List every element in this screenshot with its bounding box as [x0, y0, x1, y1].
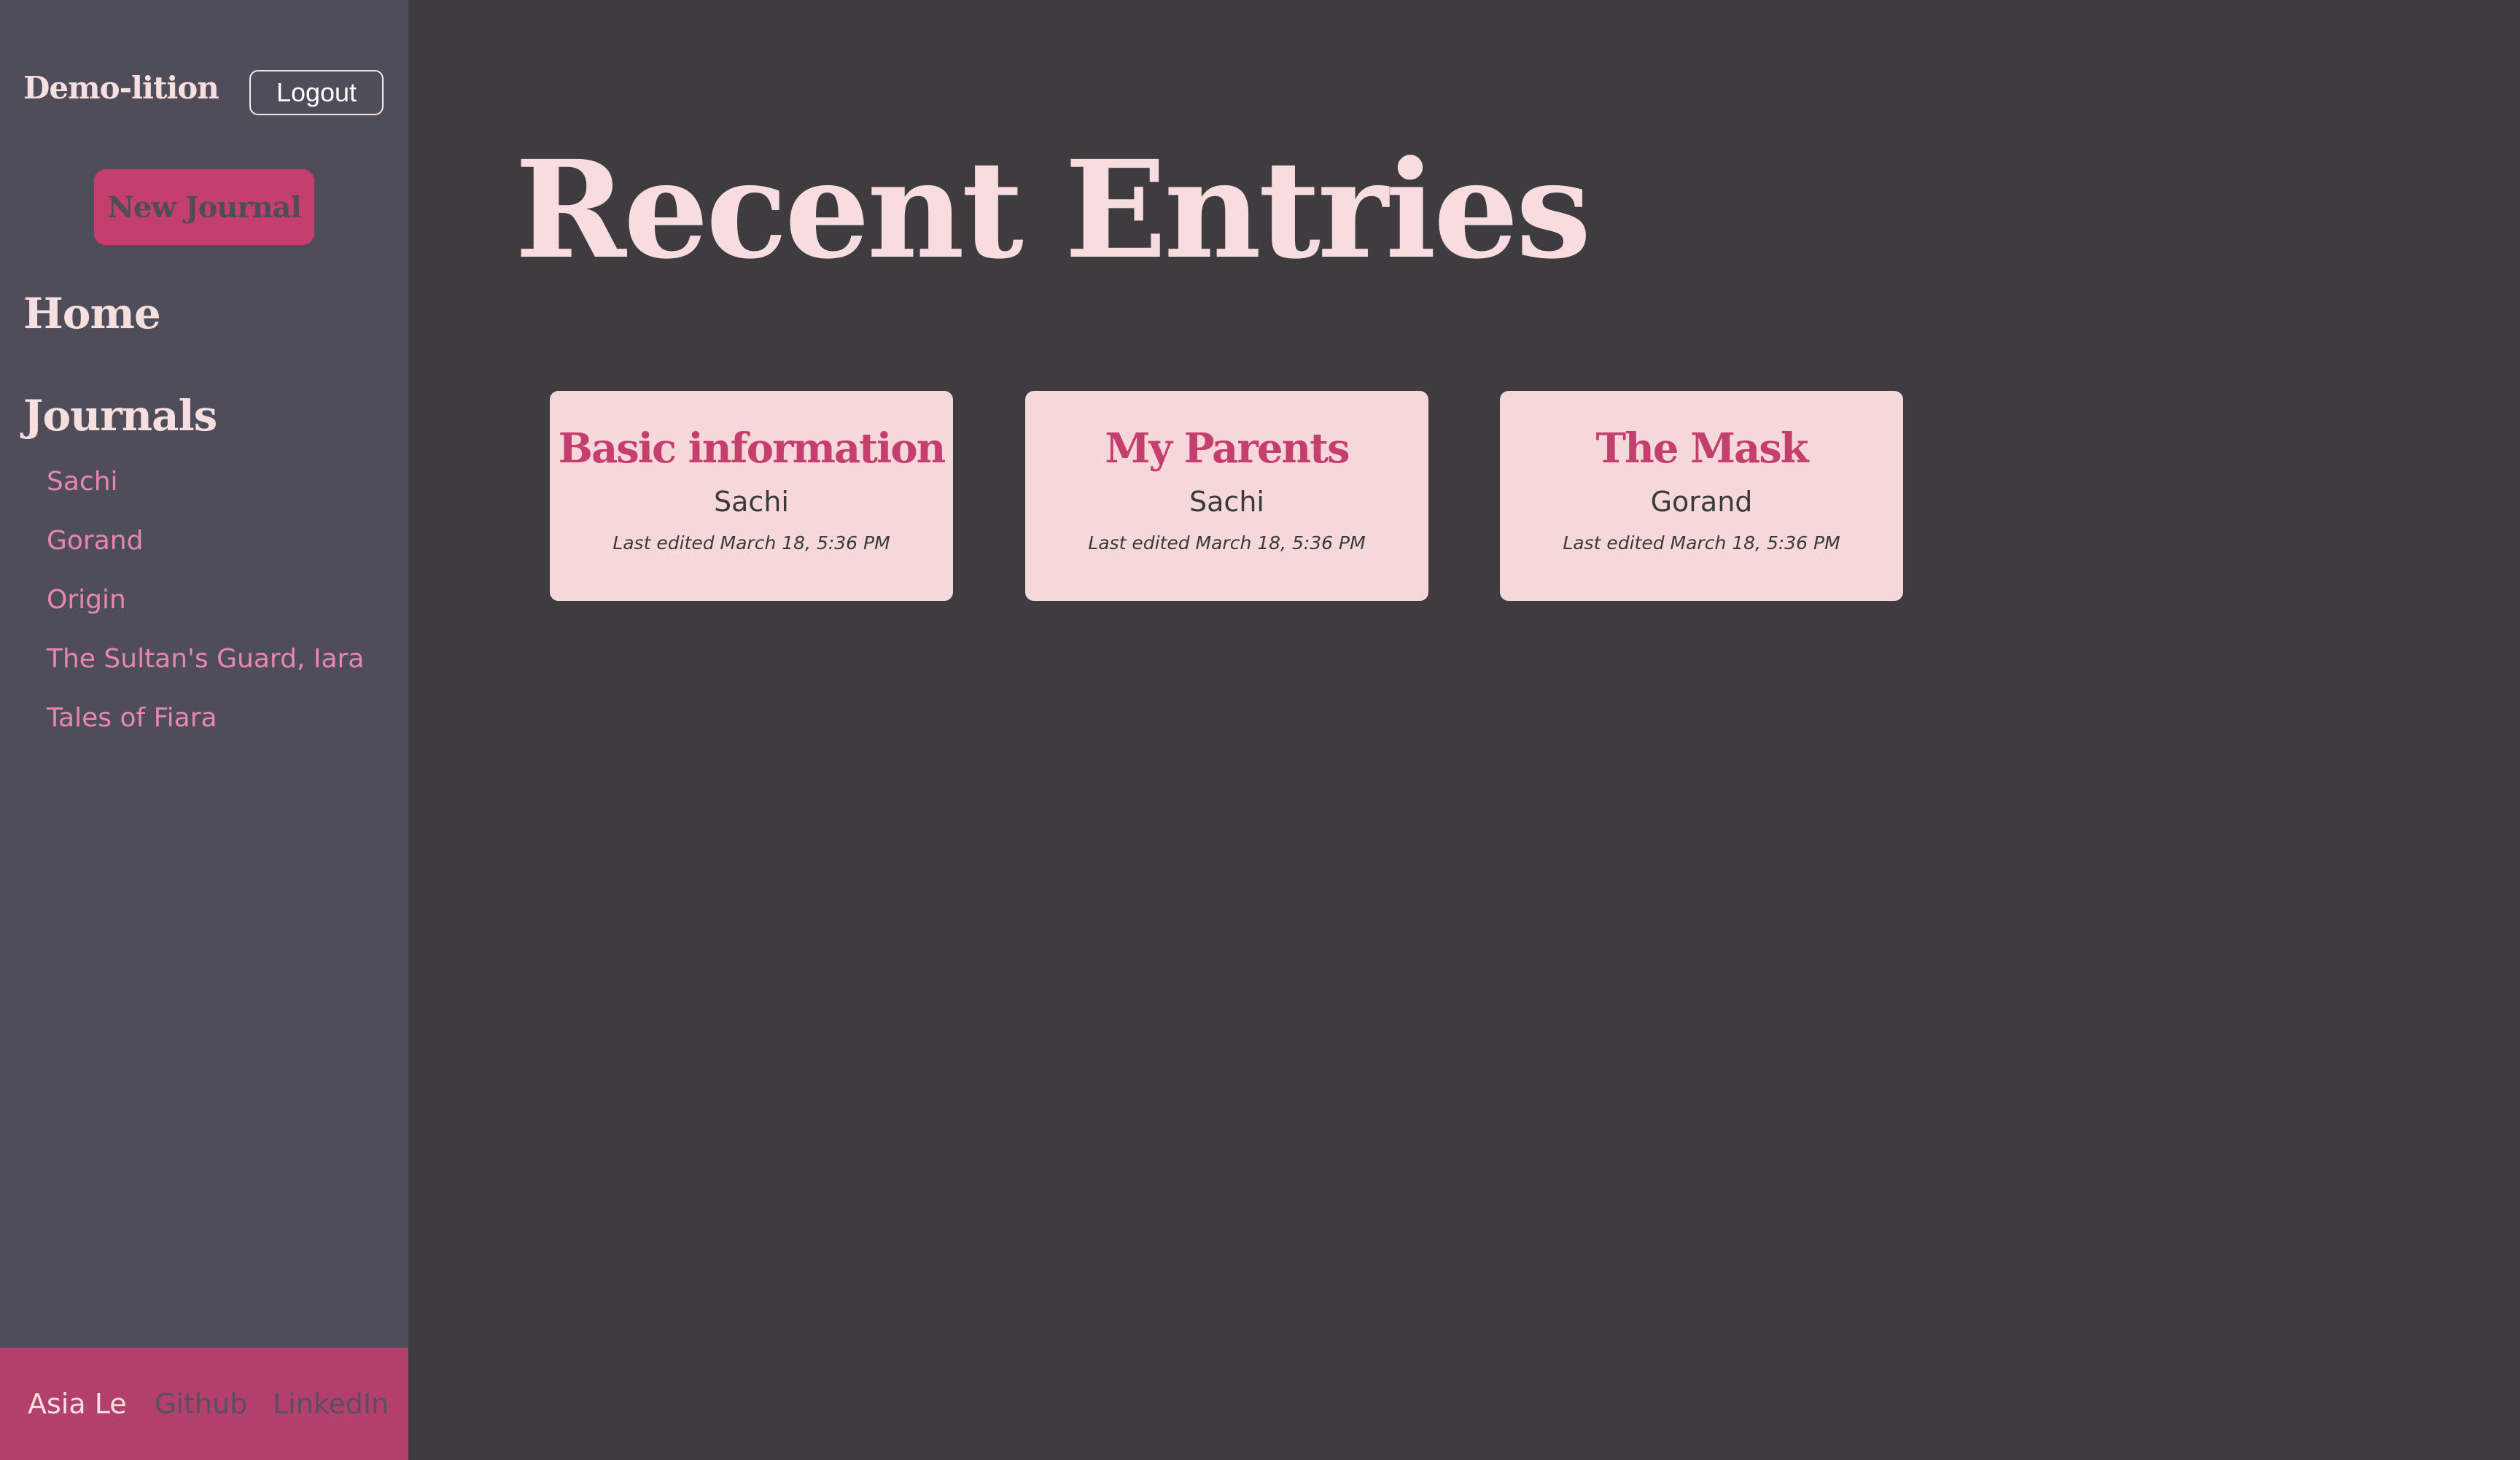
- journal-item-sultans-guard-iara[interactable]: The Sultan's Guard, Iara: [47, 644, 364, 703]
- entry-card[interactable]: The Mask Gorand Last edited March 18, 5:…: [1500, 391, 1903, 601]
- journal-item-gorand[interactable]: Gorand: [47, 526, 364, 585]
- nav-home-link[interactable]: Home: [23, 289, 161, 338]
- entry-card-journal: Sachi: [1189, 486, 1264, 518]
- entry-card[interactable]: Basic information Sachi Last edited Marc…: [550, 391, 953, 601]
- new-journal-button[interactable]: New Journal: [94, 169, 314, 245]
- entry-card-timestamp: Last edited March 18, 5:36 PM: [1088, 532, 1366, 554]
- journal-item-tales-of-fiara[interactable]: Tales of Fiara: [47, 703, 364, 762]
- logout-button[interactable]: Logout: [249, 70, 384, 115]
- page-title: Recent Entries: [515, 131, 1591, 289]
- entry-card-timestamp: Last edited March 18, 5:36 PM: [1563, 532, 1840, 554]
- journal-item-sachi[interactable]: Sachi: [47, 467, 364, 526]
- entry-card-journal: Gorand: [1650, 486, 1753, 518]
- footer-github-link[interactable]: Github: [155, 1388, 247, 1420]
- entry-card-title: Basic information: [558, 424, 946, 473]
- brand-logo-text: Demo-lition: [23, 70, 219, 106]
- footer-author: Asia Le: [28, 1388, 127, 1420]
- entry-card[interactable]: My Parents Sachi Last edited March 18, 5…: [1025, 391, 1428, 601]
- entry-card-timestamp: Last edited March 18, 5:36 PM: [612, 532, 890, 554]
- journal-list: Sachi Gorand Origin The Sultan's Guard, …: [47, 467, 364, 762]
- entry-card-title: My Parents: [1105, 424, 1350, 473]
- app-root: Demo-lition Logout New Journal Home Jour…: [0, 0, 2520, 1460]
- nav-journals-link[interactable]: Journals: [23, 391, 217, 440]
- entry-card-title: The Mask: [1595, 424, 1808, 473]
- entry-card-journal: Sachi: [714, 486, 789, 518]
- sidebar: Demo-lition Logout New Journal Home Jour…: [0, 0, 408, 1460]
- journal-item-origin[interactable]: Origin: [47, 585, 364, 644]
- footer-linkedin-link[interactable]: LinkedIn: [273, 1388, 389, 1420]
- sidebar-footer: Asia Le Github LinkedIn: [0, 1348, 408, 1460]
